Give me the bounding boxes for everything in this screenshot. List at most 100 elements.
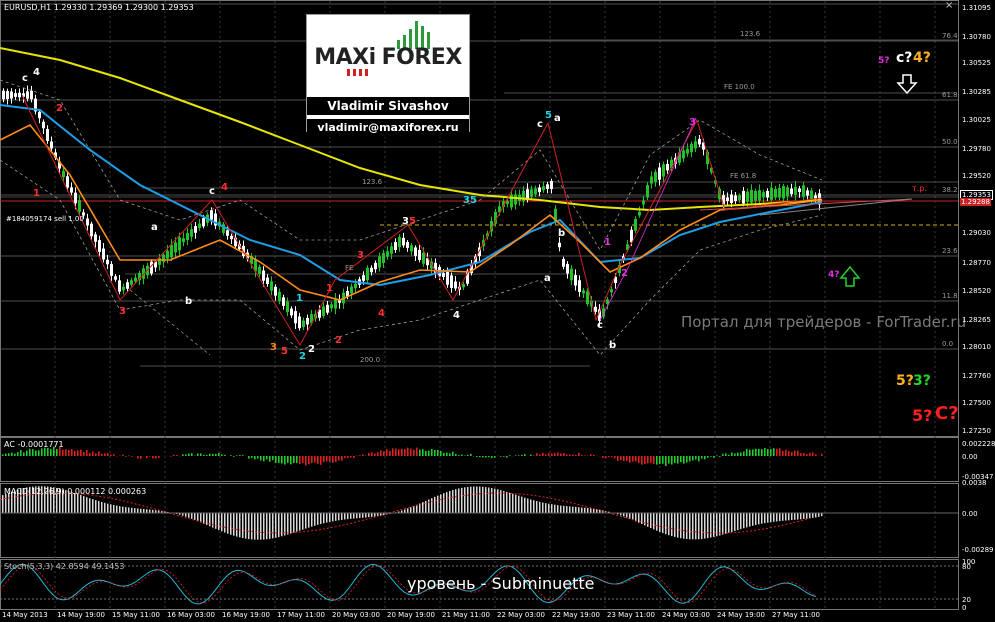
macd-bar xyxy=(734,513,736,531)
ac-bar xyxy=(485,456,487,458)
fe-level-label: 200.0 xyxy=(360,356,381,364)
macd-bar xyxy=(701,513,703,539)
candle-body xyxy=(422,252,425,264)
ac-bar xyxy=(764,447,766,456)
macd-bar xyxy=(80,495,82,513)
candle-body xyxy=(450,275,453,288)
ac-bar xyxy=(101,453,103,456)
ac-bar xyxy=(329,456,331,462)
wave-label: 2 xyxy=(299,351,306,362)
macd-bar xyxy=(773,513,775,522)
wave-label: 1 xyxy=(326,283,333,294)
candle-body xyxy=(38,111,41,119)
macd-bar xyxy=(194,513,196,520)
macd-bar xyxy=(710,513,712,538)
macd-bar xyxy=(86,497,88,513)
macd-bar xyxy=(572,506,574,513)
ac-bar xyxy=(590,454,592,456)
macd-bar xyxy=(314,513,316,526)
ac-bar xyxy=(416,447,418,456)
candle-body xyxy=(274,286,277,296)
ac-bar xyxy=(770,449,772,456)
ac-bar xyxy=(608,456,610,458)
macd-bar xyxy=(632,513,634,521)
wave-label: c xyxy=(537,119,543,130)
ac-bar xyxy=(17,452,19,456)
ac-bar xyxy=(20,450,22,456)
ac-bar xyxy=(290,456,292,465)
ac-bar xyxy=(746,448,748,456)
candle-body xyxy=(794,186,797,195)
ac-bar xyxy=(566,454,568,456)
macd-bar xyxy=(473,486,475,513)
candle-body xyxy=(666,163,669,171)
candle-body xyxy=(202,218,205,227)
ac-bar xyxy=(731,452,733,456)
wave-label: b xyxy=(558,228,566,239)
candle-body xyxy=(570,268,573,281)
ac-bar xyxy=(653,456,655,465)
ac-bar xyxy=(800,453,802,456)
ac-bar xyxy=(638,456,640,464)
candle-body xyxy=(6,90,9,100)
candle-body xyxy=(386,251,389,257)
ac-bar xyxy=(680,456,682,463)
macd-bar xyxy=(506,491,508,513)
candle-body xyxy=(198,223,201,229)
ac-bar xyxy=(740,452,742,456)
ac-bar xyxy=(140,456,142,459)
candle-body xyxy=(18,92,21,98)
logo-forex: FOREX xyxy=(381,45,463,70)
candle-body xyxy=(586,291,589,305)
ac-bar xyxy=(710,456,712,457)
ac-bar xyxy=(344,456,346,459)
wave-label: 3 xyxy=(270,342,277,353)
ac-bar xyxy=(506,456,508,458)
macd-bar xyxy=(503,490,505,513)
time-axis-label: 16 May 19:00 xyxy=(222,611,271,619)
time-axis-label: 20 May 03:00 xyxy=(332,611,381,619)
up-arrow-icon xyxy=(839,265,861,287)
macd-bar xyxy=(698,513,700,540)
candle-body xyxy=(582,290,585,294)
price-axis-label: 1.29030 xyxy=(962,229,991,237)
candle-body xyxy=(694,141,697,149)
level-caption: уровень - Subminuette xyxy=(407,574,595,593)
candle-body xyxy=(658,167,661,180)
ac-bar xyxy=(380,450,382,456)
ac-bar xyxy=(776,448,778,456)
ac-bar xyxy=(410,448,412,456)
wave-label: 5 xyxy=(409,216,416,227)
author-email[interactable]: vladimir@maxiforex.ru xyxy=(307,119,469,137)
candle-body xyxy=(746,191,749,202)
macd-bar xyxy=(791,513,793,521)
price-chart[interactable] xyxy=(0,0,995,622)
macd-bar xyxy=(146,509,148,513)
macd-bar xyxy=(119,506,121,513)
macd-bar xyxy=(338,513,340,521)
candle-body xyxy=(814,195,817,199)
ac-bar xyxy=(701,456,703,459)
ac-bar xyxy=(557,452,559,456)
macd-bar xyxy=(725,513,727,534)
ac-bar xyxy=(821,453,823,456)
candle-body xyxy=(690,143,693,153)
ac-bar xyxy=(92,451,94,456)
ac-bar xyxy=(254,456,256,460)
ac-bar xyxy=(440,450,442,456)
ac-bar xyxy=(299,456,301,465)
ac-bar xyxy=(605,456,607,459)
ac-bar xyxy=(317,456,319,464)
ac-bar xyxy=(257,456,259,459)
candle-body xyxy=(26,91,29,99)
candle-body xyxy=(258,266,261,274)
macd-bar xyxy=(542,502,544,513)
price-axis-label: 1.28770 xyxy=(962,259,991,267)
macd-bar xyxy=(281,513,283,537)
candle-body xyxy=(418,249,421,261)
ac-bar xyxy=(173,454,175,456)
ac-bar xyxy=(479,456,481,458)
chart-title: EURUSD,H1 1.29330 1.29369 1.29300 1.2935… xyxy=(4,3,194,12)
macd-bar xyxy=(5,493,7,513)
ac-bar xyxy=(389,450,391,456)
